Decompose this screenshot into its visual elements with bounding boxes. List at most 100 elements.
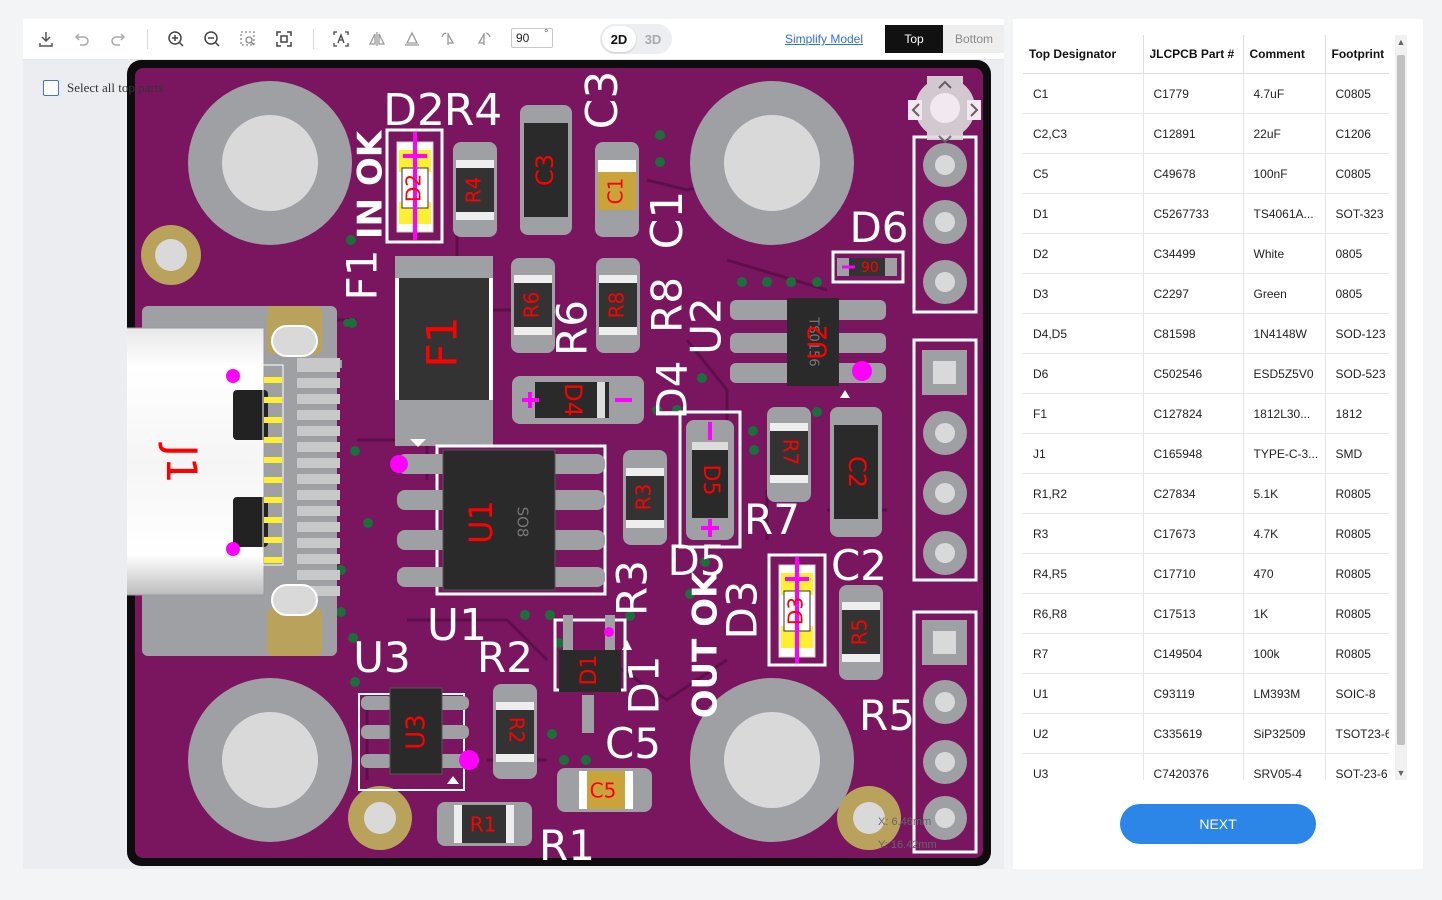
zoom-out-icon[interactable]	[199, 26, 225, 52]
redo-icon[interactable]	[105, 26, 131, 52]
table-scrollbar[interactable]: ▲ ▼	[1395, 35, 1407, 780]
r2-resistor: R2	[493, 684, 537, 779]
r5-resistor: R5	[839, 585, 883, 680]
coord-y: Y: 16.42mm	[878, 839, 937, 851]
pcb-viewer: ° 2D 3D Simplify Model Top Bottom Select…	[23, 19, 1004, 869]
svg-text:R6: R6	[520, 292, 544, 319]
pcb-canvas[interactable]: Select all top parts J1 D2 D2 R4 R4 C3 C…	[23, 60, 1004, 869]
table-row[interactable]: R4,R5 C17710 470 R0805	[1023, 553, 1389, 594]
col-comment[interactable]: Comment	[1243, 35, 1326, 74]
chevron-down-icon[interactable]: ▼	[1395, 766, 1407, 780]
c5-capacitor: C5	[557, 768, 652, 812]
table-row[interactable]: R3 C17673 4.7K R0805	[1023, 513, 1389, 554]
svg-text:D4: D4	[559, 383, 587, 417]
r7-silk: R7	[744, 495, 800, 544]
r8-resistor: R8	[596, 258, 640, 353]
table-row[interactable]: D1 C5267733 TS4061A... SOT-323	[1023, 193, 1389, 234]
zoom-area-icon[interactable]	[235, 26, 261, 52]
svg-text:R8: R8	[605, 292, 629, 319]
svg-text:SO8: SO8	[514, 507, 532, 538]
top-side-button[interactable]: Top	[885, 25, 943, 53]
table-header-row: Top Designator JLCPCB Part # Comment Foo…	[1023, 35, 1389, 74]
table-row[interactable]: D4,D5 C81598 1N4148W SOD-123	[1023, 313, 1389, 354]
table-row[interactable]: C5 C49678 100nF C0805	[1023, 153, 1389, 194]
col-footprint[interactable]: Footprint	[1325, 35, 1389, 74]
svg-text:D3: D3	[784, 597, 808, 625]
c1-capacitor: C1	[595, 142, 639, 237]
view-3d-button[interactable]: 3D	[636, 26, 670, 52]
svg-text:R4: R4	[462, 177, 486, 204]
table-row[interactable]: U1 C93119 LM393M SOIC-8	[1023, 673, 1389, 714]
table-row[interactable]: R1,R2 C27834 5.1K R0805	[1023, 473, 1389, 514]
j1-refdes: J1	[157, 441, 206, 483]
svg-text:R7: R7	[779, 439, 803, 466]
rotate-ccw-icon[interactable]	[435, 26, 461, 52]
svg-text:D1: D1	[577, 655, 602, 686]
chevron-up-icon[interactable]: ▲	[1395, 35, 1407, 49]
svg-text:D2: D2	[402, 174, 426, 202]
svg-text:C5: C5	[590, 779, 617, 803]
f1-fuse: F1	[395, 256, 493, 446]
table-row[interactable]: R6,R8 C17513 1K R0805	[1023, 593, 1389, 634]
d6-silk: D6	[849, 203, 908, 252]
d4-diode: D4	[512, 376, 644, 424]
view-2d-button[interactable]: 2D	[602, 26, 636, 52]
table-row[interactable]: U3 C7420376 SRV05-4 SOT-23-6	[1023, 753, 1389, 780]
select-all-top-parts[interactable]: Select all top parts	[43, 80, 163, 96]
view-mode-toggle: 2D 3D	[600, 24, 672, 54]
col-top-designator[interactable]: Top Designator	[1023, 35, 1144, 74]
scrollbar-thumb[interactable]	[1397, 55, 1405, 745]
r4-resistor: R4	[453, 142, 497, 237]
table-row[interactable]: F1 C127824 1812L30... 1812	[1023, 393, 1389, 434]
u2-ic: TS0156 U2	[730, 298, 886, 398]
col-jlcpcb-part[interactable]: JLCPCB Part #	[1143, 35, 1244, 74]
r7-resistor: R7	[767, 407, 811, 502]
pcb-board: J1 D2 D2 R4 R4 C3 C3 C1 C1 IN OK F1 F1 R…	[127, 60, 991, 866]
select-all-label: Select all top parts	[67, 80, 164, 95]
svg-text:C2: C2	[843, 456, 871, 488]
bottom-side-button[interactable]: Bottom	[943, 25, 1004, 53]
download-icon[interactable]	[33, 26, 59, 52]
table-row[interactable]: R7 C149504 100k R0805	[1023, 633, 1389, 674]
svg-text:U2: U2	[804, 324, 834, 360]
r4-silk: R4	[444, 85, 503, 136]
svg-text:R3: R3	[632, 484, 656, 511]
bom-table-container[interactable]: Top Designator JLCPCB Part # Comment Foo…	[1023, 35, 1389, 780]
next-button[interactable]: NEXT	[1120, 804, 1316, 844]
svg-text:R5: R5	[848, 619, 872, 646]
table-row[interactable]: D2 C34499 White 0805	[1023, 233, 1389, 274]
table-row[interactable]: J1 C165948 TYPE-C-3... SMD	[1023, 433, 1389, 474]
r3-resistor: R3	[623, 450, 667, 545]
svg-text:90: 90	[861, 260, 879, 276]
table-row[interactable]: C1 C1779 4.7uF C0805	[1023, 73, 1389, 114]
r2-silk-top: R2	[477, 633, 533, 682]
coord-x: X: 6.46mm	[878, 816, 932, 828]
table-row[interactable]: U2 C335619 SiP32509 TSOT23-6	[1023, 713, 1389, 754]
c2-capacitor: C2	[830, 407, 882, 537]
table-row[interactable]: D6 C502546 ESD5Z5V0 SOD-523	[1023, 353, 1389, 394]
text-select-icon[interactable]	[328, 26, 354, 52]
flip-a-icon[interactable]	[364, 26, 390, 52]
svg-text:C3: C3	[531, 154, 559, 186]
out-ok-silk: OUT OK	[686, 570, 726, 718]
r1-resistor: R1	[437, 802, 532, 846]
c2-silk: C2	[831, 541, 887, 590]
flip-b-icon[interactable]	[399, 26, 425, 52]
rotate-cw-icon[interactable]	[471, 26, 497, 52]
r3-silk: R3	[608, 560, 657, 616]
degree-unit: °	[544, 28, 549, 40]
simplify-model-link[interactable]: Simplify Model	[785, 32, 863, 46]
table-row[interactable]: C2,C3 C12891 22uF C1206	[1023, 113, 1389, 154]
svg-text:C1: C1	[604, 178, 628, 205]
fit-view-icon[interactable]	[271, 26, 297, 52]
svg-text:F1: F1	[418, 317, 467, 368]
in-ok-silk: IN OK	[351, 129, 391, 239]
select-all-checkbox[interactable]	[43, 80, 59, 96]
c3-silk: C3	[577, 71, 628, 130]
c1-silk: C1	[642, 191, 693, 250]
svg-text:R1: R1	[470, 813, 497, 837]
undo-icon[interactable]	[69, 26, 95, 52]
table-row[interactable]: D3 C2297 Green 0805	[1023, 273, 1389, 314]
c3-capacitor: C3	[520, 105, 572, 235]
zoom-in-icon[interactable]	[163, 26, 189, 52]
